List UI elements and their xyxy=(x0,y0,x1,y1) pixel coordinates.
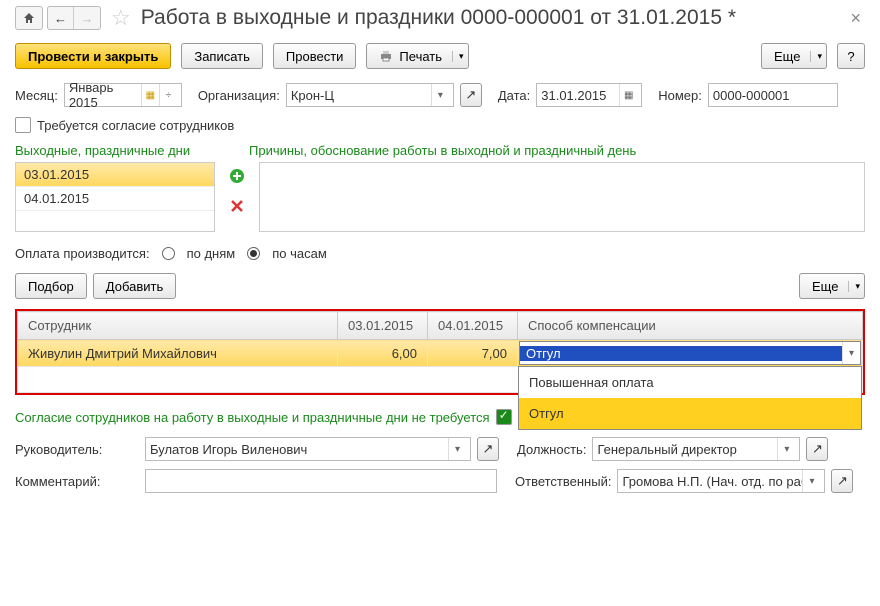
chevron-down-icon[interactable]: ▾ xyxy=(842,342,860,364)
by-hours-label: по часам xyxy=(272,246,327,261)
cell-compensation[interactable]: Отгул ▾ Повышенная оплата Отгул xyxy=(518,340,863,367)
col-date1[interactable]: 03.01.2015 xyxy=(338,312,428,340)
responsible-open-button[interactable]: ↗ xyxy=(831,469,853,493)
col-employee[interactable]: Сотрудник xyxy=(18,312,338,340)
col-date2[interactable]: 04.01.2015 xyxy=(428,312,518,340)
consent-status-checkbox[interactable] xyxy=(496,409,512,425)
days-list[interactable]: 03.01.2015 04.01.2015 xyxy=(15,162,215,232)
print-label: Печать xyxy=(399,49,442,64)
help-button[interactable]: ? xyxy=(837,43,865,69)
table-row[interactable]: Живулин Дмитрий Михайлович 6,00 7,00 Отг… xyxy=(18,340,863,367)
manager-label: Руководитель: xyxy=(15,442,139,457)
chevron-down-icon: ▾ xyxy=(848,281,860,292)
employee-table: Сотрудник 03.01.2015 04.01.2015 Способ к… xyxy=(15,309,865,395)
add-button[interactable]: Добавить xyxy=(93,273,176,299)
print-button[interactable]: Печать ▾ xyxy=(366,43,468,69)
consent-checkbox[interactable] xyxy=(15,117,31,133)
compensation-value: Отгул xyxy=(520,346,842,361)
payment-label: Оплата производится: xyxy=(15,246,150,261)
radio-by-hours[interactable] xyxy=(247,247,260,260)
day-row[interactable]: 03.01.2015 xyxy=(16,163,214,187)
select-button[interactable]: Подбор xyxy=(15,273,87,299)
comment-field[interactable] xyxy=(145,469,497,493)
chevron-down-icon: ▾ xyxy=(810,51,822,62)
day-row[interactable]: 04.01.2015 xyxy=(16,187,214,211)
cell-d1[interactable]: 6,00 xyxy=(338,340,428,367)
add-day-icon[interactable] xyxy=(227,166,247,186)
org-field[interactable]: Крон-Ц▾ xyxy=(286,83,454,107)
favorite-star-icon[interactable]: ☆ xyxy=(111,5,131,31)
chevron-down-icon[interactable]: ▾ xyxy=(802,470,820,492)
save-button[interactable]: Записать xyxy=(181,43,263,69)
month-field[interactable]: Январь 2015▦÷ xyxy=(64,83,182,107)
radio-by-days[interactable] xyxy=(162,247,175,260)
page-title: Работа в выходные и праздники 0000-00000… xyxy=(141,6,843,30)
date-field[interactable]: 31.01.2015▦ xyxy=(536,83,642,107)
date-label: Дата: xyxy=(498,88,530,103)
close-icon[interactable]: × xyxy=(846,8,865,29)
calendar-icon[interactable]: ▦ xyxy=(141,84,159,106)
number-field[interactable]: 0000-000001 xyxy=(708,83,838,107)
consent-label: Требуется согласие сотрудников xyxy=(37,118,234,133)
reason-textarea[interactable] xyxy=(259,162,865,232)
compensation-option[interactable]: Повышенная оплата xyxy=(519,367,861,398)
org-label: Организация: xyxy=(198,88,280,103)
cell-employee[interactable]: Живулин Дмитрий Михайлович xyxy=(18,340,338,367)
consent-status: Согласие сотрудников на работу в выходны… xyxy=(15,410,490,425)
more-button[interactable]: Еще▾ xyxy=(761,43,827,69)
compensation-select[interactable]: Отгул ▾ xyxy=(519,341,861,365)
position-open-button[interactable]: ↗ xyxy=(806,437,828,461)
table-more-button[interactable]: Еще▾ xyxy=(799,273,865,299)
stepper-icon[interactable]: ÷ xyxy=(159,84,177,106)
responsible-label: Ответственный: xyxy=(515,474,611,489)
calendar-icon[interactable]: ▦ xyxy=(619,84,637,106)
post-and-close-button[interactable]: Провести и закрыть xyxy=(15,43,171,69)
compensation-option[interactable]: Отгул xyxy=(519,398,861,429)
chevron-down-icon[interactable]: ▾ xyxy=(448,438,466,460)
col-compensation[interactable]: Способ компенсации xyxy=(518,312,863,340)
chevron-down-icon[interactable]: ▾ xyxy=(777,438,795,460)
org-open-button[interactable]: ↗ xyxy=(460,83,482,107)
responsible-field[interactable]: Громова Н.П. (Нач. отд. по работ▾ xyxy=(617,469,825,493)
comment-label: Комментарий: xyxy=(15,474,139,489)
chevron-down-icon: ▾ xyxy=(452,51,464,62)
remove-day-icon[interactable] xyxy=(227,196,247,216)
position-label: Должность: xyxy=(517,442,586,457)
days-header: Выходные, праздничные дни xyxy=(15,143,243,158)
reason-header: Причины, обоснование работы в выходной и… xyxy=(249,143,636,158)
post-button[interactable]: Провести xyxy=(273,43,357,69)
compensation-dropdown: Повышенная оплата Отгул xyxy=(518,366,862,430)
position-field[interactable]: Генеральный директор▾ xyxy=(592,437,800,461)
manager-field[interactable]: Булатов Игорь Виленович▾ xyxy=(145,437,471,461)
back-button[interactable]: ← xyxy=(48,7,74,29)
chevron-down-icon[interactable]: ▾ xyxy=(431,84,449,106)
month-label: Месяц: xyxy=(15,88,58,103)
manager-open-button[interactable]: ↗ xyxy=(477,437,499,461)
forward-button[interactable]: → xyxy=(74,7,100,29)
by-days-label: по дням xyxy=(187,246,236,261)
printer-icon xyxy=(379,50,393,62)
cell-d2[interactable]: 7,00 xyxy=(428,340,518,367)
number-label: Номер: xyxy=(658,88,702,103)
home-button[interactable] xyxy=(15,6,43,30)
nav-back-forward: ← → xyxy=(47,6,101,30)
